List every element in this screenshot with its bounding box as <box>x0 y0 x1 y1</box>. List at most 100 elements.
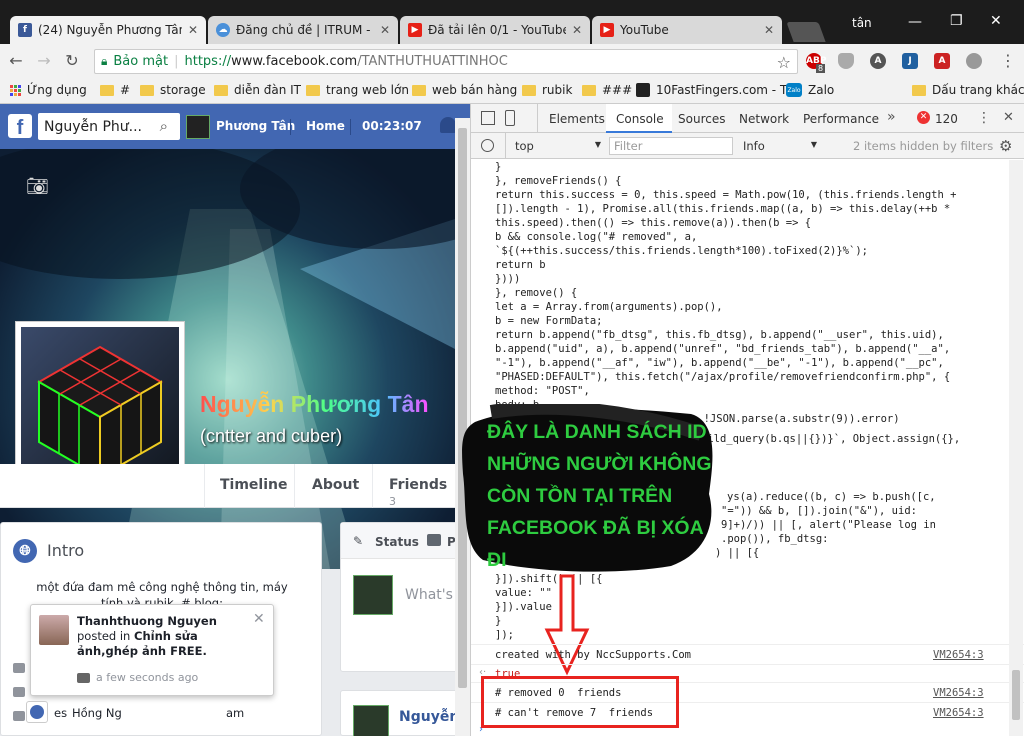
code-line: }, remove() { <box>495 287 578 299</box>
folder-icon <box>412 84 426 96</box>
nav-user-link[interactable]: Phương Tân <box>216 119 295 133</box>
photo-icon[interactable] <box>427 534 441 546</box>
secure-label: Bảo mật <box>113 54 169 69</box>
bookmark-folder[interactable]: trang web lớn <box>306 83 409 97</box>
tab-facebook[interactable]: f (24) Nguyễn Phương Tân ✕ <box>10 16 206 44</box>
code-fragment: "=")) && b, []).join("&"), uid: <box>721 505 917 517</box>
tab-network[interactable]: Network <box>739 112 789 126</box>
bookmark-zalo[interactable]: Zalo Zalo <box>786 83 834 97</box>
extension-j-icon[interactable]: J <box>902 53 918 69</box>
code-line: b = new FormData; <box>495 315 603 327</box>
extension-puzzle-icon[interactable] <box>966 53 982 69</box>
friend-requests-icon[interactable] <box>440 117 456 133</box>
inspect-icon[interactable] <box>481 111 495 125</box>
address-bar[interactable]: 🔒︎ Bảo mật | https:// www.facebook.com /… <box>94 49 798 74</box>
photo-icon <box>77 672 90 683</box>
avatar <box>353 705 389 736</box>
close-icon[interactable]: ✕ <box>572 23 582 37</box>
youtube-icon: ▶ <box>408 23 422 37</box>
device-toolbar-icon[interactable] <box>505 110 515 126</box>
console-filter-input[interactable]: Filter <box>609 137 733 155</box>
bookmark-folder[interactable]: ### <box>582 83 632 97</box>
clear-console-icon[interactable] <box>481 139 494 152</box>
bookmark-star-icon[interactable]: ☆ <box>777 53 791 72</box>
tab-about[interactable]: About <box>312 477 359 493</box>
post-author[interactable]: Nguyễn <box>399 709 459 725</box>
console-scrollbar[interactable] <box>1009 160 1023 736</box>
search-icon[interactable]: ⌕ <box>160 117 168 135</box>
code-line: let a = Array.from(arguments).pop(), <box>495 301 723 313</box>
gear-icon[interactable]: ⚙ <box>999 137 1012 155</box>
tab-performance[interactable]: Performance <box>803 112 879 126</box>
bookmark-10fastfingers[interactable]: 10FastFingers.com - T <box>636 83 787 97</box>
close-icon[interactable]: ✕ <box>253 611 265 627</box>
tab-youtube[interactable]: ▶ YouTube ✕ <box>592 16 782 44</box>
menu-icon[interactable]: ⋮ <box>998 51 1018 71</box>
tab-itrum[interactable]: ☁ Đăng chủ đề | ITRUM - D ✕ <box>208 16 398 44</box>
console-toolbar: top ▼ Filter Info ▼ 2 items hidden by fi… <box>471 133 1024 159</box>
notification-popup[interactable]: Thanhthuong Nguyen posted in Chỉnh sửa ả… <box>30 604 274 696</box>
shield-icon[interactable] <box>838 53 854 69</box>
itrum-icon: ☁ <box>216 23 230 37</box>
tab-timeline[interactable]: Timeline <box>220 477 288 493</box>
source-link[interactable]: VM2654:3 <box>933 648 984 662</box>
context-select[interactable]: top ▼ <box>515 139 601 153</box>
facebook-search-input[interactable]: Nguyễn Phư... ⌕ <box>38 113 180 140</box>
profile-name[interactable]: Nguyễn Phương Tân <box>200 391 429 418</box>
code-fragment: .pop()), fb_dtsg: <box>721 533 829 545</box>
folder-icon <box>140 84 154 96</box>
tab-title: Đã tải lên 0/1 - YouTube <box>428 23 566 37</box>
error-icon[interactable]: ✕ <box>917 111 930 124</box>
code-fragment: 9]+)/)) || [, alert("Please log in <box>721 519 936 531</box>
bookmark-apps[interactable]: Ứng dụng <box>10 83 87 97</box>
hidden-items-info: 2 items hidden by filters <box>853 139 994 153</box>
code-lines: }}, removeFriends() {return this.success… <box>495 160 995 426</box>
back-button[interactable]: ← <box>6 51 26 71</box>
friend-name[interactable]: Hồng Ng <box>72 706 122 720</box>
window-close-button[interactable]: ✕ <box>990 13 1002 29</box>
bookmark-folder[interactable]: # <box>100 83 130 97</box>
status-input[interactable]: What's <box>405 587 453 603</box>
minimize-button[interactable]: — <box>908 14 922 30</box>
error-count[interactable]: 120 <box>935 112 958 126</box>
chat-globe-button[interactable] <box>26 701 48 723</box>
avast-icon[interactable]: A <box>870 53 886 69</box>
bookmark-other[interactable]: Dấu trang khác <box>912 83 1024 97</box>
scrollbar-thumb[interactable] <box>1012 670 1020 720</box>
tab-friends[interactable]: Friends 3 <box>389 477 455 509</box>
source-link[interactable]: VM2654:3 <box>933 706 984 720</box>
facebook-navbar: f Nguyễn Phư... ⌕ Phương Tân Home 00:23:… <box>0 104 470 149</box>
tab-youtube-upload[interactable]: ▶ Đã tải lên 0/1 - YouTube ✕ <box>400 16 590 44</box>
source-link[interactable]: VM2654:3 <box>933 686 984 700</box>
code-line: return b <box>495 259 546 271</box>
folder-icon <box>912 84 926 96</box>
tab-console[interactable]: Console <box>606 104 672 133</box>
status-tab[interactable]: Status <box>375 535 419 549</box>
close-icon[interactable]: ✕ <box>188 23 198 37</box>
post-card: Nguyễn ▼ <box>340 690 470 736</box>
camera-icon[interactable]: 📷︎ <box>26 176 49 197</box>
nav-home-link[interactable]: Home <box>306 119 345 133</box>
avatar[interactable] <box>186 115 210 139</box>
extension-translate-icon[interactable]: A <box>934 53 950 69</box>
bookmark-folder[interactable]: web bán hàng <box>412 83 517 97</box>
tab-sources[interactable]: Sources <box>678 112 725 126</box>
new-tab-button[interactable] <box>786 22 826 42</box>
facebook-logo-icon[interactable]: f <box>8 114 32 139</box>
code-line: return b.append("fb_dtsg", this.fb_dtsg)… <box>495 329 944 341</box>
reload-button[interactable]: ↻ <box>62 51 82 71</box>
bookmark-folder[interactable]: rubik <box>522 83 572 97</box>
close-icon[interactable]: ✕ <box>1003 110 1014 125</box>
close-icon[interactable]: ✕ <box>380 23 390 37</box>
close-icon[interactable]: ✕ <box>764 23 774 37</box>
maximize-button[interactable]: ❐ <box>950 13 963 29</box>
more-tabs-icon[interactable]: » <box>887 109 896 125</box>
bookmark-folder[interactable]: diễn đàn IT <box>214 83 301 97</box>
code-line: "PHASED:DEFAULT"), this.fetch("/ajax/pro… <box>495 371 951 383</box>
forward-button[interactable]: → <box>34 51 54 71</box>
work-icon <box>13 663 25 673</box>
bookmark-folder[interactable]: storage <box>140 83 206 97</box>
log-level-select[interactable]: Info ▼ <box>743 139 817 153</box>
devtools-menu-icon[interactable]: ⋮ <box>977 110 991 126</box>
tab-elements[interactable]: Elements <box>549 112 605 126</box>
